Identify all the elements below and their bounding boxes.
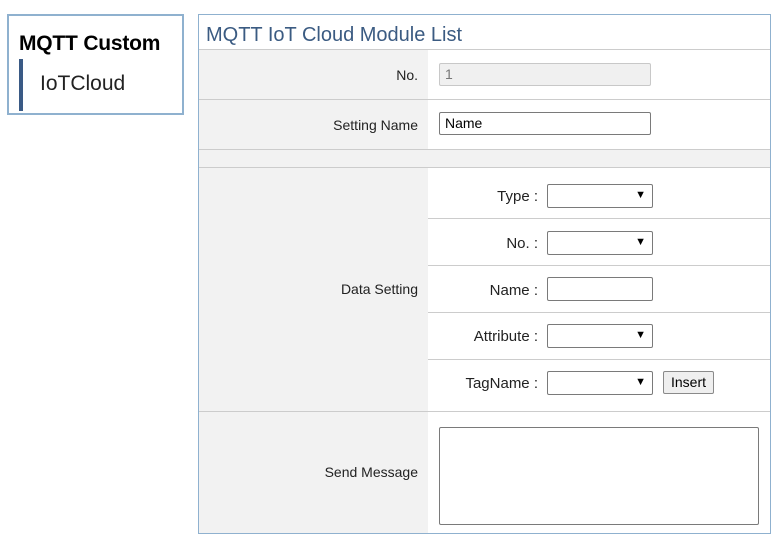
no-field: 1: [439, 63, 651, 86]
spacer-row: [199, 149, 770, 167]
attribute-select[interactable]: ▼: [547, 324, 653, 348]
data-setting-label: Data Setting: [340, 281, 418, 297]
sidebar-item-iotcloud[interactable]: IoTCloud: [19, 59, 169, 111]
data-setting-row: Data Setting Type : ▼ No. : ▼ Name : Att…: [199, 167, 770, 411]
send-message-row: Send Message: [199, 411, 770, 533]
tagname-select[interactable]: ▼: [547, 371, 653, 395]
module-list-panel: MQTT IoT Cloud Module List No. 1 Setting…: [198, 14, 771, 534]
attribute-label: Attribute :: [473, 328, 538, 345]
send-message-label: Send Message: [324, 464, 418, 480]
setting-name-label: Setting Name: [333, 117, 418, 133]
insert-button[interactable]: Insert: [663, 371, 714, 394]
chevron-down-icon: ▼: [635, 189, 646, 201]
type-label: Type :: [497, 188, 538, 205]
sidebar-title: MQTT Custom: [19, 32, 161, 55]
type-select[interactable]: ▼: [547, 184, 653, 208]
chevron-down-icon: ▼: [635, 236, 646, 248]
data-name-label: Name :: [489, 282, 538, 299]
data-no-label: No. :: [506, 235, 538, 252]
no-select[interactable]: ▼: [547, 231, 653, 255]
no-subrow: No. : ▼: [428, 219, 770, 266]
type-subrow: Type : ▼: [428, 168, 770, 219]
name-subrow: Name :: [428, 266, 770, 313]
sidebar-card: MQTT Custom IoTCloud: [7, 14, 184, 115]
no-row: No. 1: [199, 49, 770, 99]
chevron-down-icon: ▼: [635, 376, 646, 388]
setting-name-input[interactable]: Name: [439, 112, 651, 135]
no-label: No.: [396, 67, 418, 83]
page-title: MQTT IoT Cloud Module List: [206, 24, 463, 46]
tagname-label: TagName :: [465, 375, 538, 392]
attribute-subrow: Attribute : ▼: [428, 313, 770, 360]
send-message-textarea[interactable]: [439, 427, 759, 525]
sidebar-item-label: IoTCloud: [40, 72, 126, 95]
chevron-down-icon: ▼: [635, 329, 646, 341]
setting-name-row: Setting Name Name: [199, 99, 770, 149]
tagname-subrow: TagName : ▼ Insert: [428, 360, 770, 412]
data-name-input[interactable]: [547, 277, 653, 301]
